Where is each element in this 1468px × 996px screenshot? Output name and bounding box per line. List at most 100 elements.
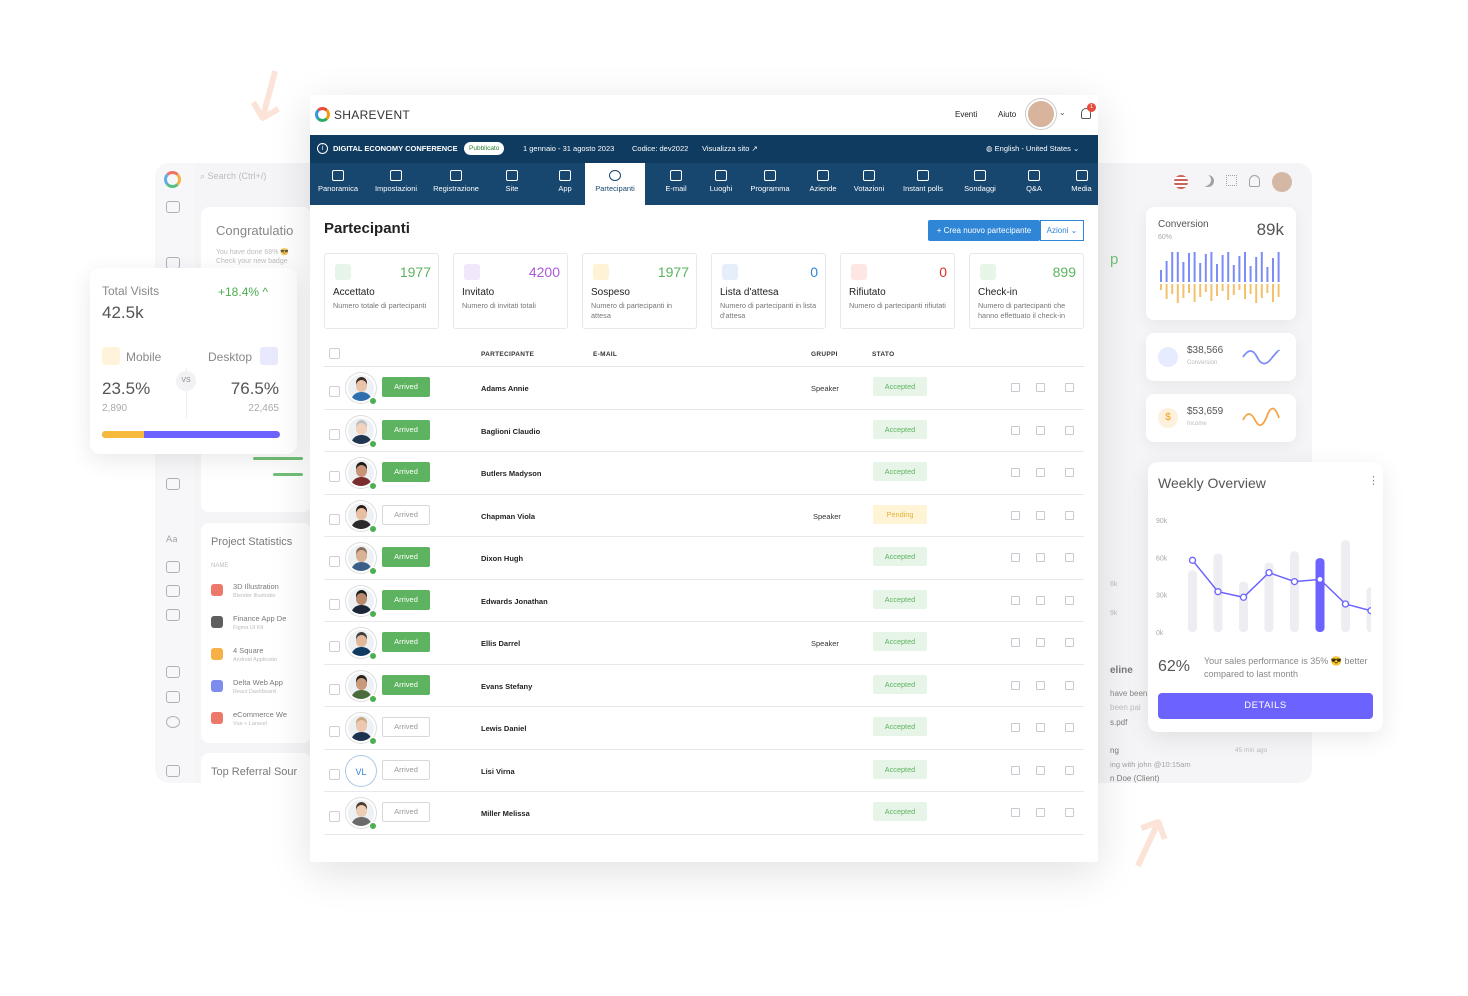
edit-icon[interactable]: [1011, 808, 1020, 817]
row-checkbox[interactable]: [329, 386, 340, 397]
copy-icon[interactable]: [166, 478, 180, 490]
more-actions-icon[interactable]: [1036, 383, 1045, 392]
participant-name[interactable]: Baglioni Claudio: [481, 427, 540, 436]
more-actions-icon[interactable]: [1036, 468, 1045, 477]
more-actions-icon[interactable]: [1036, 638, 1045, 647]
trash-icon[interactable]: [1065, 468, 1074, 477]
create-participant-button[interactable]: + Crea nuovo partecipante: [928, 220, 1040, 241]
grid-icon[interactable]: [166, 765, 180, 777]
more-vertical-icon[interactable]: ⋮: [1368, 474, 1379, 487]
arrived-toggle[interactable]: Arrived: [382, 802, 430, 822]
view-site-link[interactable]: Visualizza sito ↗: [702, 144, 758, 153]
check-circle-icon[interactable]: [166, 716, 180, 728]
actions-dropdown[interactable]: Azioni ⌄: [1040, 220, 1084, 241]
user-avatar[interactable]: [1026, 99, 1056, 129]
participant-name[interactable]: Edwards Jonathan: [481, 597, 548, 606]
row-checkbox[interactable]: [329, 641, 340, 652]
more-actions-icon[interactable]: [1036, 553, 1045, 562]
trash-icon[interactable]: [1065, 383, 1074, 392]
more-actions-icon[interactable]: [1036, 680, 1045, 690]
arrived-toggle[interactable]: Arrived: [382, 419, 430, 440]
more-actions-icon[interactable]: [1036, 808, 1045, 817]
more-actions-icon[interactable]: [1036, 510, 1045, 520]
arrived-toggle[interactable]: Arrived: [382, 547, 430, 567]
edit-icon[interactable]: [1011, 553, 1020, 562]
more-actions-icon[interactable]: [1036, 425, 1045, 435]
stat-card-check-in[interactable]: 899 Check-in Numero di partecipanti che ha…: [969, 253, 1084, 329]
nav-sondaggi[interactable]: Sondaggi: [954, 163, 1006, 205]
edit-icon[interactable]: [1011, 468, 1020, 477]
stat-card-rifiutato[interactable]: 0 Rifiutato Numero di partecipanti rifiuta…: [840, 253, 955, 329]
row-checkbox[interactable]: [329, 428, 340, 440]
trash-icon[interactable]: [1065, 425, 1074, 435]
participant-name[interactable]: Chapman Viola: [481, 512, 535, 521]
stat-card-lista-d-attesa[interactable]: 0 Lista d'attesa Numero di partecipanti in…: [711, 253, 826, 329]
trash-icon[interactable]: [1065, 808, 1074, 817]
participant-name[interactable]: Evans Stefany: [481, 682, 532, 691]
nav-instant-polls[interactable]: Instant polls: [894, 163, 952, 205]
language-selector[interactable]: ◍ English - United States ⌄: [986, 144, 1079, 153]
nav-site[interactable]: Site: [482, 163, 542, 205]
trash-icon[interactable]: [1065, 595, 1074, 605]
row-checkbox[interactable]: [329, 811, 340, 822]
bell-icon[interactable]: [1249, 175, 1260, 187]
background-search[interactable]: ⌕ Search (Ctrl+/): [200, 171, 266, 182]
row-checkbox[interactable]: [329, 471, 340, 482]
participant-name[interactable]: Butlers Madyson: [481, 469, 541, 478]
more-actions-icon[interactable]: [1036, 595, 1045, 605]
nav-media[interactable]: Media: [1065, 163, 1098, 205]
user-avatar-bg[interactable]: [1272, 172, 1292, 192]
edit-icon[interactable]: [1011, 680, 1020, 690]
table-row[interactable]: Arrived Chapman Viola Speaker Pending: [324, 495, 1084, 537]
trash-icon[interactable]: [1065, 638, 1074, 647]
arrived-toggle[interactable]: Arrived: [382, 717, 430, 737]
trash-icon[interactable]: [1065, 723, 1074, 732]
participant-name[interactable]: Ellis Darrel: [481, 639, 520, 648]
table-row[interactable]: Arrived Ellis Darrel Speaker Accepted: [324, 622, 1084, 665]
edit-icon[interactable]: [1011, 723, 1020, 732]
archive-icon[interactable]: [166, 609, 180, 621]
arrived-toggle[interactable]: Arrived: [382, 632, 430, 652]
arrived-toggle[interactable]: Arrived: [382, 759, 430, 780]
edit-icon[interactable]: [1011, 638, 1020, 647]
row-checkbox[interactable]: [329, 683, 340, 695]
trash-icon[interactable]: [1065, 680, 1074, 690]
nav-app[interactable]: App: [545, 163, 585, 205]
more-actions-icon[interactable]: [1036, 723, 1045, 732]
typography-icon[interactable]: Aa: [166, 535, 178, 545]
table-row[interactable]: Arrived Miller Melissa Accepted: [324, 792, 1084, 835]
participant-name[interactable]: Adams Annie: [481, 384, 529, 393]
nav-registrazione[interactable]: Registrazione: [427, 163, 485, 205]
arrived-toggle[interactable]: Arrived: [382, 462, 430, 482]
list-icon[interactable]: [166, 666, 180, 678]
edit-icon[interactable]: [1011, 383, 1020, 392]
nav-link-aiuto[interactable]: Aiuto: [998, 110, 1016, 119]
nav-luoghi[interactable]: Luoghi: [702, 163, 740, 205]
card-icon[interactable]: [166, 585, 180, 597]
table-row[interactable]: Arrived Evans Stefany Accepted: [324, 665, 1084, 707]
arrived-toggle[interactable]: Arrived: [382, 674, 430, 695]
nav-partecipanti[interactable]: Partecipanti: [585, 163, 645, 205]
participant-name[interactable]: Dixon Hugh: [481, 554, 523, 563]
header-participant[interactable]: PARTECIPANTE: [481, 351, 534, 358]
arrived-toggle[interactable]: Arrived: [382, 504, 430, 525]
header-groups[interactable]: GRUPPI: [811, 351, 838, 358]
trash-icon[interactable]: [1065, 765, 1074, 775]
nav-programma[interactable]: Programma: [742, 163, 798, 205]
row-checkbox[interactable]: [329, 598, 340, 610]
stat-card-sospeso[interactable]: 1977 Sospeso Numero di partecipanti in att…: [582, 253, 697, 329]
arrived-toggle[interactable]: Arrived: [382, 377, 430, 397]
row-checkbox[interactable]: [329, 768, 340, 780]
select-all-checkbox[interactable]: [329, 348, 340, 359]
chevron-down-icon[interactable]: ⌄: [1059, 108, 1066, 117]
nav-link-eventi[interactable]: Eventi: [955, 110, 977, 119]
table-row[interactable]: Arrived Edwards Jonathan Accepted: [324, 580, 1084, 622]
arrived-toggle[interactable]: Arrived: [382, 589, 430, 610]
details-button[interactable]: DETAILS: [1158, 693, 1373, 719]
participant-name[interactable]: Miller Melissa: [481, 809, 530, 818]
cube-icon[interactable]: [166, 691, 180, 703]
nav-q-a[interactable]: Q&A: [1008, 163, 1060, 205]
nav-aziende[interactable]: Aziende: [800, 163, 846, 205]
header-email[interactable]: E-MAIL: [593, 351, 617, 358]
home-icon[interactable]: [166, 201, 180, 213]
